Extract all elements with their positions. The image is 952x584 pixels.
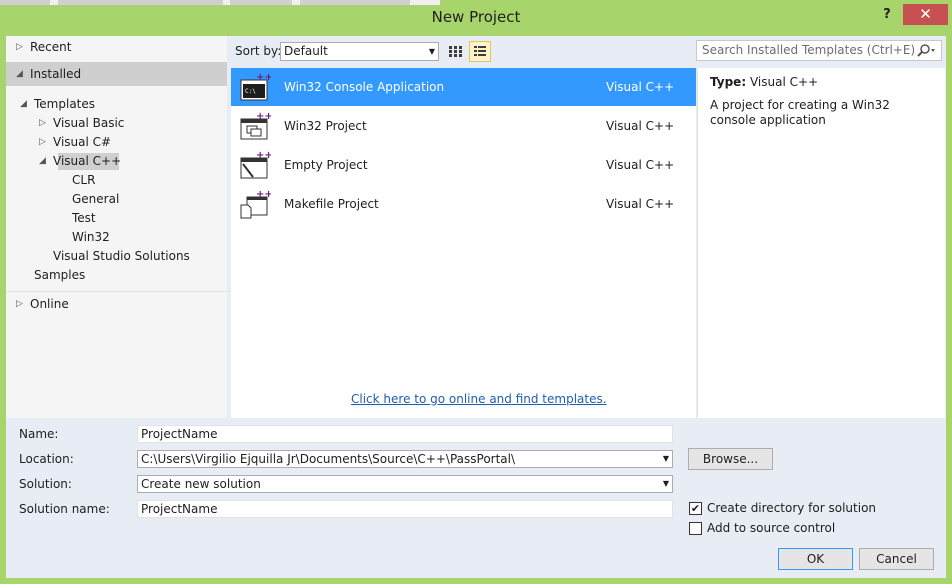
create-directory-checkbox[interactable]: ✔ xyxy=(689,502,702,515)
online-templates-link[interactable]: Click here to go online and find templat… xyxy=(351,392,607,406)
template-item[interactable]: ++ Makefile Project Visual C++ xyxy=(231,185,696,223)
location-combobox[interactable]: C:\Users\Virgilio Ejquilla Jr\Documents\… xyxy=(137,450,673,468)
sort-by-select[interactable]: Default ▼ xyxy=(280,42,439,61)
solution-select[interactable]: Create new solution ▼ xyxy=(137,475,673,493)
tree-item-templates[interactable]: ◢ Templates xyxy=(20,95,95,114)
close-button[interactable]: ✕ xyxy=(903,4,948,25)
location-label: Location: xyxy=(19,452,74,466)
solution-name-field[interactable]: ProjectName xyxy=(137,500,673,518)
tree-item-vs-solutions[interactable]: Visual Studio Solutions xyxy=(53,247,190,266)
search-templates-input[interactable]: Search Installed Templates (Ctrl+E) xyxy=(696,40,942,61)
list-view-icon xyxy=(474,46,486,56)
collapse-arrow-icon: ◢ xyxy=(20,99,27,109)
help-button[interactable]: ? xyxy=(880,7,894,25)
tree-item-general[interactable]: General xyxy=(72,190,119,209)
window-title: New Project xyxy=(431,8,521,26)
template-item[interactable]: ++ Empty Project Visual C++ xyxy=(231,146,696,184)
expand-arrow-icon: ▷ xyxy=(39,118,46,128)
tree-item-visual-csharp[interactable]: ▷ Visual C# xyxy=(39,133,111,152)
console-app-icon: C:\ ++ xyxy=(240,72,271,101)
project-name-field[interactable]: ProjectName xyxy=(137,425,673,443)
tree-item-visual-cpp[interactable]: ◢ Visual C++ xyxy=(39,152,121,171)
expand-arrow-icon: ▷ xyxy=(39,137,46,147)
small-icons-view-button[interactable] xyxy=(444,41,466,62)
collapse-arrow-icon: ◢ xyxy=(39,156,46,166)
solution-name-label: Solution name: xyxy=(19,502,110,516)
template-item[interactable]: C:\ ++ Win32 Console Application Visual … xyxy=(231,68,696,106)
background-tabs xyxy=(0,0,440,5)
template-details: Type: Visual C++ A project for creating … xyxy=(697,68,945,418)
tree-item-test[interactable]: Test xyxy=(72,209,96,228)
grid-view-icon xyxy=(449,46,462,57)
solution-label: Solution: xyxy=(19,477,72,491)
tree-item-win32[interactable]: Win32 xyxy=(72,228,110,247)
svg-text:++: ++ xyxy=(256,189,271,200)
tree-item-online[interactable]: ▷ Online xyxy=(16,295,69,314)
create-directory-label[interactable]: Create directory for solution xyxy=(707,501,876,515)
medium-icons-view-button[interactable] xyxy=(469,41,491,62)
svg-text:C:\: C:\ xyxy=(245,88,256,95)
sort-by-value: Default xyxy=(284,44,328,58)
name-label: Name: xyxy=(19,427,59,441)
tree-item-visual-basic[interactable]: ▷ Visual Basic xyxy=(39,114,124,133)
chevron-down-icon[interactable]: ▼ xyxy=(663,451,669,467)
empty-project-icon: ++ xyxy=(240,150,271,179)
add-source-control-checkbox[interactable] xyxy=(689,522,702,535)
template-tree: ▷ Recent ◢ Installed ◢ Templates ▷ Visua… xyxy=(6,36,227,418)
search-placeholder: Search Installed Templates (Ctrl+E) xyxy=(702,43,916,57)
svg-text:++: ++ xyxy=(256,72,271,83)
sort-by-label: Sort by: xyxy=(235,44,282,58)
win32-project-icon: ++ xyxy=(240,111,271,140)
checkmark-icon: ✔ xyxy=(690,502,701,515)
template-item[interactable]: ++ Win32 Project Visual C++ xyxy=(231,107,696,145)
svg-text:++: ++ xyxy=(256,150,271,161)
tree-divider xyxy=(6,291,227,292)
window-frame-right xyxy=(946,36,952,584)
collapse-arrow-icon: ◢ xyxy=(16,69,23,79)
template-type: Type: Visual C++ xyxy=(710,75,819,89)
svg-text:++: ++ xyxy=(256,111,271,122)
makefile-project-icon: ++ xyxy=(240,189,271,219)
search-icon[interactable] xyxy=(915,43,937,58)
ok-button[interactable]: OK xyxy=(778,548,853,570)
window-frame-bottom xyxy=(0,578,952,584)
tree-item-clr[interactable]: CLR xyxy=(72,171,95,190)
cancel-button[interactable]: Cancel xyxy=(859,548,934,570)
expand-arrow-icon: ▷ xyxy=(16,299,23,309)
tree-item-recent[interactable]: ▷ Recent xyxy=(16,38,71,57)
tree-item-installed[interactable]: ◢ Installed xyxy=(16,65,81,84)
expand-arrow-icon: ▷ xyxy=(16,42,23,52)
title-bar: New Project xyxy=(0,0,952,36)
tree-item-samples[interactable]: Samples xyxy=(34,266,85,285)
chevron-down-icon: ▼ xyxy=(428,47,435,56)
add-source-control-label[interactable]: Add to source control xyxy=(707,521,835,535)
close-icon: ✕ xyxy=(919,5,932,23)
template-description: A project for creating a Win32 console a… xyxy=(710,98,890,127)
chevron-down-icon[interactable]: ▼ xyxy=(663,476,669,492)
browse-button[interactable]: Browse... xyxy=(688,448,773,470)
